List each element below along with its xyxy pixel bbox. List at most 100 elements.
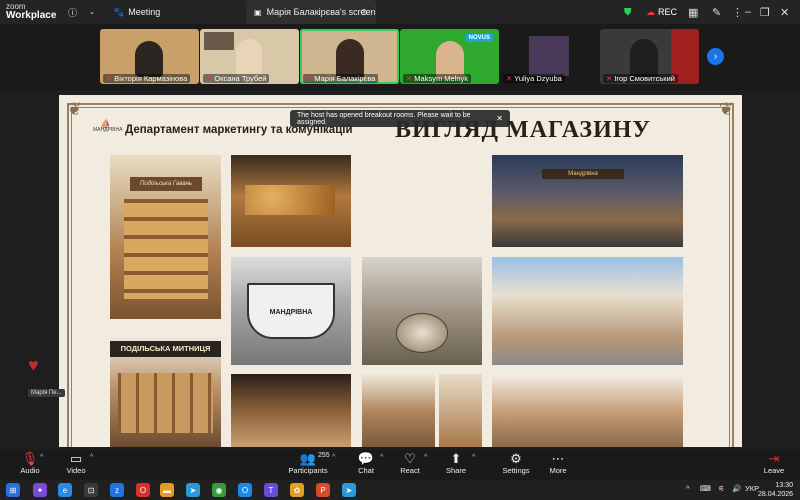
layout-icon[interactable]: ▦ bbox=[688, 0, 698, 24]
participant-tile[interactable]: ✕ Вікторія Кармазінова bbox=[100, 29, 199, 84]
opera-icon[interactable]: O bbox=[136, 483, 150, 497]
close-icon[interactable]: ✕ bbox=[496, 114, 503, 123]
teams-icon[interactable]: T bbox=[264, 483, 278, 497]
participant-tile[interactable]: NOVUS ✕ Maksym Melnyk bbox=[400, 29, 499, 84]
annotate-icon[interactable]: ✎ bbox=[712, 0, 721, 24]
video-camera-icon: ▭ bbox=[69, 451, 83, 466]
edge-icon[interactable]: e bbox=[58, 483, 72, 497]
screen-share-tab[interactable]: ▣ Марія Балакірєва's screen bbox=[246, 0, 376, 24]
store-image-customs: ПОДІЛЬСЬКА МИТНИЦЯ bbox=[110, 333, 221, 447]
telegram-icon[interactable]: ➤ bbox=[342, 483, 356, 497]
leave-label: Leave bbox=[763, 466, 785, 475]
wifi-icon[interactable]: ⚟ bbox=[718, 484, 725, 493]
participants-label: Participants bbox=[288, 466, 328, 475]
chrome-icon[interactable]: ◉ bbox=[212, 483, 226, 497]
clock[interactable]: 13:30 28.04.2026 bbox=[758, 481, 793, 499]
mic-muted-icon: ✕ bbox=[606, 74, 613, 83]
reaction-label: Марія Пе... bbox=[28, 389, 65, 397]
participant-tile[interactable]: ✕ Оксана Трубей bbox=[200, 29, 299, 84]
breakout-notification: The host has opened breakout rooms. Plea… bbox=[290, 110, 510, 127]
more-options-icon[interactable]: ⊙ bbox=[360, 0, 368, 24]
compass-icon bbox=[396, 313, 448, 353]
speaker-icon[interactable]: 🔊 bbox=[732, 484, 741, 493]
telegram-icon[interactable]: ➤ bbox=[186, 483, 200, 497]
image-sign: Мандрівна bbox=[542, 169, 624, 179]
store-image-interior bbox=[492, 374, 683, 447]
powerpoint-icon[interactable]: P bbox=[316, 483, 330, 497]
windows-start-icon[interactable]: ⊞ bbox=[6, 483, 20, 497]
video-label: Video bbox=[66, 466, 86, 475]
share-screen-icon: ▣ bbox=[254, 7, 262, 17]
participant-name: ✕ Вікторія Кармазінова bbox=[103, 74, 191, 83]
outlook-icon[interactable]: O bbox=[238, 483, 252, 497]
participant-tile-active[interactable]: ✕ Марія Балакірєва bbox=[300, 29, 399, 84]
chevron-up-icon[interactable]: ^ bbox=[40, 454, 43, 461]
notification-text: The host has opened breakout rooms. Plea… bbox=[297, 111, 471, 126]
info-icon[interactable]: ⓘ bbox=[68, 0, 77, 24]
recording-indicator[interactable]: ☁ REC bbox=[646, 0, 677, 24]
more-icon: ⋯ bbox=[551, 451, 565, 466]
chevron-up-icon[interactable]: ^ bbox=[90, 454, 93, 461]
mic-muted-icon: ✕ bbox=[406, 74, 413, 83]
share-button[interactable]: ⬆ Share ^ bbox=[426, 452, 486, 476]
person-silhouette bbox=[630, 39, 658, 79]
mic-muted-icon: ✕ bbox=[106, 74, 113, 83]
network-icon[interactable]: ⌨ bbox=[700, 484, 711, 493]
ornament-icon: ❦ bbox=[67, 99, 83, 119]
meeting-menu[interactable]: 🐾 Meeting bbox=[113, 0, 160, 24]
store-image-aisle bbox=[231, 374, 351, 447]
audio-label: Audio bbox=[20, 466, 40, 475]
participant-name: ✕ Yuliya Dzyuba bbox=[503, 74, 565, 83]
image-sign: ПОДІЛЬСЬКА МИТНИЦЯ bbox=[110, 341, 221, 357]
video-button[interactable]: ▭ Video ^ bbox=[46, 451, 106, 476]
cart-branding: МАНДРІВНА bbox=[247, 283, 335, 339]
next-page-button[interactable]: › bbox=[707, 48, 724, 65]
settings-label: Settings bbox=[502, 466, 530, 475]
mic-muted-icon: ✕ bbox=[506, 74, 513, 83]
novus-logo: NOVUS bbox=[465, 34, 493, 42]
rec-label: REC bbox=[658, 7, 678, 17]
copilot-icon[interactable]: ✦ bbox=[33, 483, 47, 497]
store-image-facade-night: Мандрівна bbox=[492, 155, 683, 247]
chevron-up-icon[interactable]: ^ bbox=[472, 454, 475, 461]
store-image-corner bbox=[439, 374, 482, 447]
store-image-shelf-hut: Подільська Гавань bbox=[110, 155, 221, 319]
chevron-down-icon[interactable]: ⌄ bbox=[89, 0, 95, 24]
chevron-right-icon: › bbox=[713, 51, 718, 62]
logo-line2: Workplace bbox=[6, 10, 57, 21]
heart-icon: ♥ bbox=[28, 355, 39, 375]
zoom-app-icon[interactable]: z bbox=[110, 483, 124, 497]
chevron-up-icon[interactable]: ^ bbox=[332, 454, 335, 461]
close-button[interactable]: ✕ bbox=[780, 0, 789, 24]
shelves bbox=[118, 373, 213, 433]
store-image-facade-day bbox=[492, 257, 683, 365]
store-icon[interactable]: ⊡ bbox=[84, 483, 98, 497]
leave-button[interactable]: ⇥ Leave bbox=[744, 452, 800, 476]
menu-icon[interactable]: ⋮ bbox=[732, 0, 743, 24]
reaction-overlay: ♥ Марія Пе... bbox=[28, 355, 65, 397]
person-silhouette bbox=[236, 39, 262, 77]
zoom-logo: zoom Workplace bbox=[6, 2, 57, 21]
participant-tile[interactable]: ✕ Yuliya Dzyuba bbox=[500, 29, 599, 84]
shared-screen[interactable]: ❦ ❦ ⛵ МАНДРІВНА Департамент маркетингу та… bbox=[59, 95, 742, 447]
wall-picture bbox=[204, 32, 234, 50]
minimize-button[interactable]: – bbox=[745, 0, 751, 24]
avatar bbox=[529, 36, 569, 76]
person-silhouette bbox=[135, 41, 163, 77]
restore-button[interactable]: ❐ bbox=[760, 0, 770, 24]
image-sign: Подільська Гавань bbox=[130, 177, 202, 191]
participants-count: 255 bbox=[318, 452, 330, 459]
folder-icon[interactable]: ▬ bbox=[160, 483, 174, 497]
chevron-up-icon[interactable]: ^ bbox=[686, 484, 690, 493]
store-image-compass-floor bbox=[362, 257, 482, 365]
participant-tile[interactable]: ✕ Ігор Смовитський bbox=[600, 29, 699, 84]
more-button[interactable]: ⋯ More bbox=[528, 451, 588, 476]
clock-time: 13:30 bbox=[775, 482, 794, 489]
mic-muted-icon: ✕ bbox=[306, 74, 313, 83]
store-image-shelves bbox=[362, 374, 435, 447]
shield-icon[interactable]: ⛊ bbox=[624, 0, 632, 24]
shelves bbox=[124, 199, 208, 299]
store-image-cart: МАНДРІВНА bbox=[231, 257, 351, 365]
paint-icon[interactable]: ✿ bbox=[290, 483, 304, 497]
participants-button[interactable]: 👥 255 Participants ^ bbox=[278, 452, 338, 476]
